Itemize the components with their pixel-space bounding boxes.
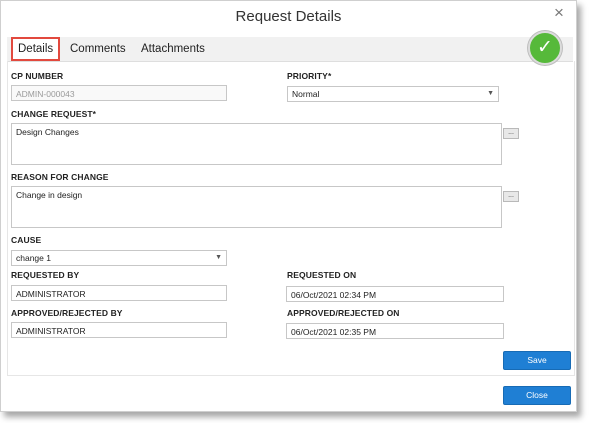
chevron-down-icon: ▼ <box>215 254 222 261</box>
requested-by-field[interactable]: ADMINISTRATOR <box>11 285 227 301</box>
requested-on-field[interactable]: 06/Oct/2021 02:34 PM <box>286 286 504 302</box>
close-icon[interactable]: × <box>554 3 564 23</box>
tab-bar: Details Comments Attachments <box>7 37 573 62</box>
close-button[interactable]: Close <box>503 386 571 405</box>
priority-label: PRIORITY* <box>287 71 332 81</box>
change-request-textarea[interactable]: Design Changes <box>11 123 502 165</box>
requested-on-label: REQUESTED ON <box>287 270 357 280</box>
change-request-more-button[interactable]: ... <box>503 128 519 139</box>
reason-for-change-more-button[interactable]: ... <box>503 191 519 202</box>
priority-select[interactable]: Normal ▼ <box>287 86 499 102</box>
cause-label: CAUSE <box>11 235 42 245</box>
tab-attachments[interactable]: Attachments <box>141 37 205 61</box>
reason-for-change-label: REASON FOR CHANGE <box>11 172 109 182</box>
cause-value: change 1 <box>16 253 51 263</box>
tab-details[interactable]: Details <box>11 37 61 61</box>
tab-comments[interactable]: Comments <box>70 37 126 61</box>
check-circle-icon: ✓ <box>528 31 562 65</box>
approved-by-field[interactable]: ADMINISTRATOR <box>11 322 227 338</box>
reason-for-change-textarea[interactable]: Change in design <box>11 186 502 228</box>
change-request-label: CHANGE REQUEST* <box>11 109 97 119</box>
cp-number-field[interactable]: ADMIN-000043 <box>11 85 227 101</box>
priority-value: Normal <box>292 89 320 99</box>
approved-by-label: APPROVED/REJECTED BY <box>11 308 123 318</box>
cp-number-label: CP NUMBER <box>11 71 64 81</box>
approved-on-label: APPROVED/REJECTED ON <box>287 308 400 318</box>
requested-by-label: REQUESTED BY <box>11 270 80 280</box>
cause-select[interactable]: change 1 ▼ <box>11 250 227 266</box>
dialog-title: Request Details <box>235 8 342 25</box>
approved-on-field[interactable]: 06/Oct/2021 02:35 PM <box>286 323 504 339</box>
chevron-down-icon: ▼ <box>487 90 494 97</box>
request-details-dialog: Request Details × Details Comments Attac… <box>0 0 577 412</box>
save-button[interactable]: Save <box>503 351 571 370</box>
